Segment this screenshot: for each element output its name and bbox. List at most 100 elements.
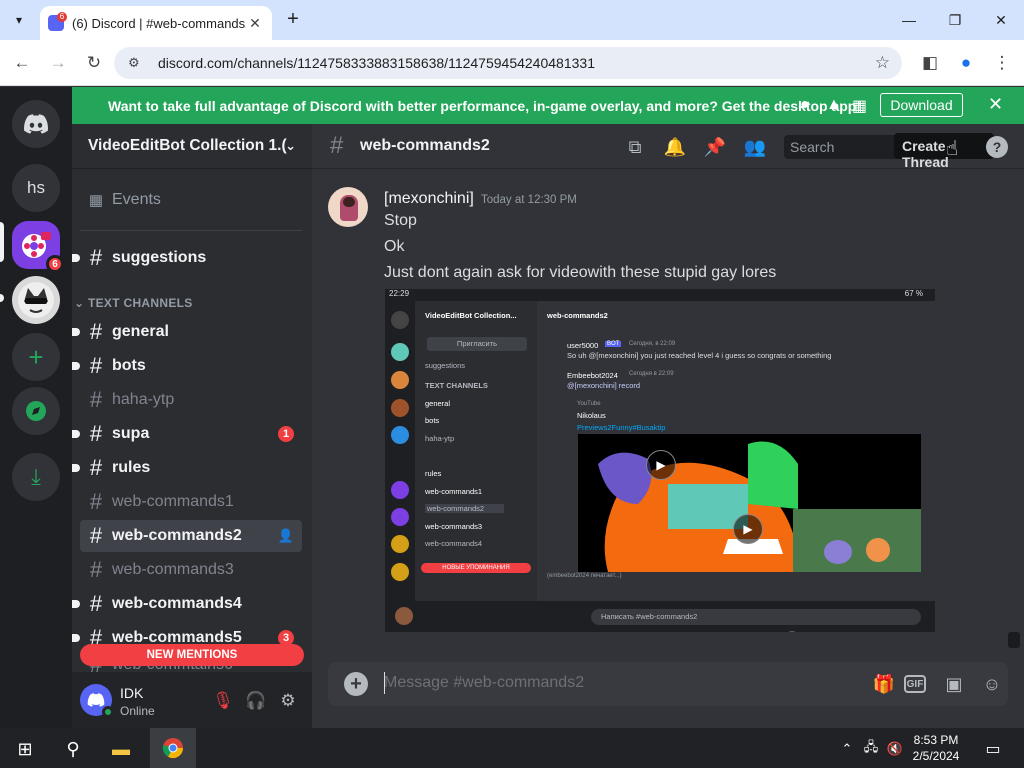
- server-header[interactable]: VideoEditBot Collection 1.( ⌄: [72, 124, 312, 169]
- unread-dot: [72, 430, 80, 438]
- gif-button[interactable]: GIF: [904, 675, 926, 693]
- hash-icon: #: [89, 455, 103, 480]
- category-text-channels[interactable]: ⌄ TEXT CHANNELS: [74, 296, 193, 310]
- maximize-button[interactable]: ❐: [932, 0, 978, 40]
- emoji-icon[interactable]: ☺: [980, 672, 1004, 696]
- hash-icon: #: [89, 319, 103, 344]
- add-member-icon[interactable]: 👤: [278, 528, 294, 544]
- side-panel-icon[interactable]: ◧: [918, 51, 942, 75]
- close-window-button[interactable]: ✕: [978, 0, 1024, 40]
- sunglasses-cat-server-icon[interactable]: [12, 276, 60, 324]
- discord-favicon-icon: [48, 12, 67, 31]
- author-avatar[interactable]: [328, 187, 368, 227]
- notification-bell-icon[interactable]: 🔔: [664, 136, 686, 158]
- channel-web-commands3[interactable]: # web-commands3: [80, 554, 302, 586]
- message-input[interactable]: Message #web-commands2: [384, 674, 584, 692]
- explore-servers-icon[interactable]: [12, 387, 60, 435]
- channel-label: web-commands3: [112, 561, 234, 578]
- video-edit-server-icon[interactable]: 6: [12, 221, 64, 273]
- unread-dot: [72, 254, 80, 262]
- chrome-taskbar-button[interactable]: [150, 728, 196, 768]
- mention-badge: 1: [278, 426, 294, 442]
- channel-web-commands4[interactable]: # web-commands4: [72, 588, 302, 620]
- apple-icon: ●: [800, 96, 810, 113]
- channel-general[interactable]: # general: [72, 316, 302, 348]
- address-toolbar: ← → ↻ ⚙ discord.com/channels/11247583338…: [0, 40, 1024, 86]
- channel-supa[interactable]: # supa 1: [72, 418, 302, 450]
- headset-icon[interactable]: 🎧: [245, 690, 267, 712]
- server-hs[interactable]: hs: [12, 164, 60, 212]
- profile-avatar-icon[interactable]: ●: [954, 51, 978, 75]
- message-composer[interactable]: + Message #web-commands2 🎁 GIF ▣ ☺: [328, 662, 1008, 706]
- chevron-up-icon[interactable]: ⌃: [834, 736, 860, 762]
- events-item[interactable]: ▦ Events: [80, 184, 302, 216]
- play-icon[interactable]: ▶: [646, 450, 676, 480]
- address-bar[interactable]: ⚙ discord.com/channels/11247583338831586…: [114, 47, 902, 79]
- hash-icon: #: [89, 353, 103, 378]
- play-icon[interactable]: ▶: [733, 514, 763, 544]
- upload-plus-icon[interactable]: +: [344, 672, 368, 696]
- download-apps-icon[interactable]: ⤓: [12, 453, 60, 501]
- windows-start-icon[interactable]: ⊞: [12, 736, 38, 762]
- threads-icon[interactable]: ⧉: [624, 136, 646, 158]
- desktop-app-banner: Want to take full advantage of Discord w…: [72, 87, 1024, 124]
- mouse-cursor-icon: ☝: [946, 138, 959, 160]
- muted-mic-icon[interactable]: 🎙: [212, 690, 234, 712]
- channel-web-commands1[interactable]: # web-commands1: [80, 486, 302, 518]
- tab-close-icon[interactable]: ✕: [246, 15, 264, 32]
- gift-icon[interactable]: 🎁: [872, 672, 896, 696]
- image-attachment[interactable]: 22:29 67 % VideoEditBot Collection... Пр…: [385, 289, 935, 632]
- settings-gear-icon[interactable]: ⚙: [277, 690, 299, 712]
- search-icon[interactable]: ⚲: [60, 736, 86, 762]
- user-avatar[interactable]: [80, 684, 114, 718]
- chevron-down-icon: ⌄: [74, 296, 88, 310]
- banner-close-icon[interactable]: ✕: [988, 94, 1003, 115]
- windows-icon: ▦: [852, 98, 868, 115]
- browser-tab-discord[interactable]: (6) Discord | #web-commands2 ✕: [40, 6, 272, 40]
- volume-muted-icon[interactable]: 🔇: [882, 736, 908, 762]
- discord-home-icon[interactable]: [12, 100, 60, 148]
- add-server-icon[interactable]: +: [12, 333, 60, 381]
- site-info-icon[interactable]: ⚙: [128, 55, 148, 71]
- new-tab-button[interactable]: +: [282, 9, 304, 31]
- forward-arrow-icon[interactable]: →: [46, 51, 70, 75]
- channel-bots[interactable]: # bots: [72, 350, 302, 382]
- reload-icon[interactable]: ↻: [82, 51, 106, 75]
- member-list-icon[interactable]: 👥: [744, 136, 766, 158]
- inner-composer: Написать #web-commands2 ◀ ● ■: [385, 601, 935, 632]
- file-explorer-icon[interactable]: ▬: [108, 736, 134, 762]
- sticker-icon[interactable]: ▣: [942, 672, 966, 696]
- chevron-down-icon: ⌄: [285, 138, 296, 153]
- download-button[interactable]: Download: [880, 93, 963, 117]
- category-label: TEXT CHANNELS: [88, 296, 193, 310]
- user-panel: IDK Online 🎙 🎧 ⚙: [72, 672, 312, 728]
- inner-video-embed[interactable]: ▶ ▶: [578, 434, 921, 572]
- network-icon[interactable]: 🖧: [858, 736, 884, 762]
- back-arrow-icon[interactable]: ←: [10, 51, 34, 75]
- hash-icon: #: [89, 421, 103, 446]
- inner-channel-list: VideoEditBot Collection... Пригласить su…: [415, 301, 537, 601]
- server-name: VideoEditBot Collection 1.(: [88, 137, 287, 154]
- tab-search-button[interactable]: ▾: [6, 8, 32, 32]
- help-icon[interactable]: ?: [986, 136, 1008, 158]
- bookmark-star-icon[interactable]: ☆: [875, 53, 890, 73]
- channel-rules[interactable]: # rules: [72, 452, 302, 484]
- pin-icon[interactable]: 📌: [704, 136, 726, 158]
- scrollbar-thumb[interactable]: [1008, 632, 1020, 648]
- channel-web-commands2[interactable]: # web-commands2 👤: [80, 520, 302, 552]
- events-label: Events: [112, 191, 161, 208]
- channel-haha-ytp[interactable]: # haha-ytp: [80, 384, 302, 416]
- notification-center-icon[interactable]: ▭: [980, 736, 1006, 762]
- unread-dot: [72, 634, 80, 642]
- hash-icon: #: [89, 489, 103, 514]
- banner-message: Want to take full advantage of Discord w…: [108, 97, 862, 114]
- channel-suggestions[interactable]: # suggestions: [72, 242, 302, 274]
- unread-dot: [72, 600, 80, 608]
- message-line: Ok: [384, 238, 405, 255]
- phone-status-bar: 22:29 67 %: [385, 289, 935, 299]
- browser-menu-icon[interactable]: ⋮: [990, 51, 1014, 75]
- taskbar-clock[interactable]: 8:53 PM 2/5/2024: [912, 732, 960, 764]
- new-mentions-button[interactable]: NEW MENTIONS: [80, 644, 304, 666]
- minimize-button[interactable]: —: [886, 0, 932, 40]
- message-author[interactable]: [mexonchini]: [384, 190, 474, 208]
